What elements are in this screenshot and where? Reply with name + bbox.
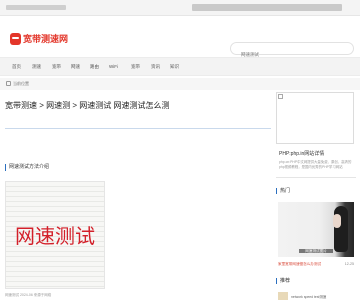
home-icon[interactable] xyxy=(6,81,11,86)
image-caption: 网速测试 2024-06 来源于网络 xyxy=(5,293,52,297)
main-nav: 首页 测速 宽带 网速 路由 WiFi 宽带 资讯 知识 xyxy=(0,57,360,76)
ad-description: php.cn:PHP中文网提供大量免费、原创、高清的php视频教程，是国内优秀的… xyxy=(279,160,352,169)
title-divider xyxy=(5,128,271,129)
ad-image[interactable] xyxy=(276,92,354,144)
news-date: 12-25 xyxy=(344,262,354,266)
nav-item[interactable]: 路由 xyxy=(90,64,99,70)
section-heading: 网速测试方法介绍 xyxy=(5,164,49,171)
breadcrumb: 当前位置 xyxy=(0,78,360,90)
photo-face xyxy=(333,214,341,228)
site-logo[interactable]: 宽带测速网 xyxy=(10,32,68,45)
site-header: 宽带测速网 网速测试 宽带 测速 网速 路由器 xyxy=(0,16,360,63)
page-title: 宽带测速 > 网速测 > 网速测试 网速测试怎么测 xyxy=(5,101,170,110)
photo-caption: 网速测试图片 xyxy=(278,249,354,254)
nav-item[interactable]: 网速 xyxy=(71,64,80,70)
article-image-text: 网速测试 xyxy=(15,224,95,248)
sidebar-heading: 热门 xyxy=(276,188,290,194)
list-item-text[interactable]: network speed test测速 xyxy=(291,294,326,299)
search-box xyxy=(230,42,354,60)
sidebar-divider xyxy=(276,177,356,178)
ad-title[interactable]: PHP:php.in网站详情 xyxy=(279,150,324,157)
top-bar xyxy=(0,0,360,16)
top-bar-right-links[interactable] xyxy=(192,4,342,11)
article-main: 宽带测速 > 网速测 > 网速测试 网速测试怎么测 网速测试方法介绍 网速测试 … xyxy=(5,94,271,300)
top-bar-left-text xyxy=(6,5,66,10)
logo-text: 宽带测速网 xyxy=(23,34,69,44)
photo-figure xyxy=(334,206,348,252)
sidebar-heading: 推荐 xyxy=(276,278,290,284)
featured-photo[interactable]: 网速测试图片 xyxy=(278,202,354,257)
logo-icon xyxy=(10,32,21,45)
nav-item[interactable]: 测速 xyxy=(32,64,41,70)
breadcrumb-label: 当前位置 xyxy=(13,81,29,86)
nav-item[interactable]: 宽带 xyxy=(131,64,140,70)
nav-item[interactable]: 首页 xyxy=(12,64,21,70)
article-image: 网速测试 xyxy=(5,181,105,289)
nav-item[interactable]: 宽带 xyxy=(52,64,61,70)
nav-item[interactable]: WiFi xyxy=(109,64,118,69)
nav-item[interactable]: 知识 xyxy=(170,64,179,70)
nav-item[interactable]: 资讯 xyxy=(151,64,160,70)
list-thumbnail[interactable] xyxy=(278,292,288,300)
broken-image-icon xyxy=(278,94,283,99)
news-link[interactable]: 家里宽带网速慢怎么办测试 xyxy=(278,262,321,267)
sidebar: PHP:php.in网站详情 php.cn:PHP中文网提供大量免费、原创、高清… xyxy=(276,92,356,300)
